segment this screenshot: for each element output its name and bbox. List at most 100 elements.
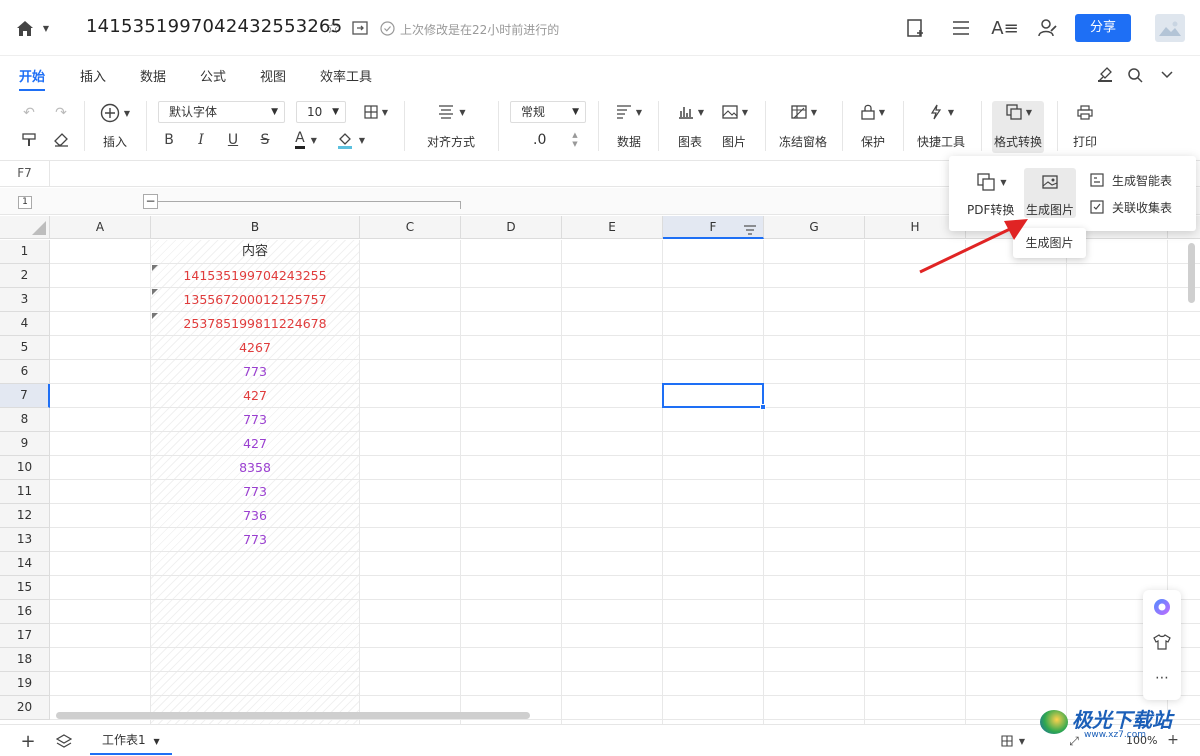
- picture-button[interactable]: 图片: [722, 133, 746, 150]
- row-header[interactable]: 7: [0, 384, 50, 408]
- row-header[interactable]: 4: [0, 312, 50, 336]
- row-header[interactable]: 17: [0, 624, 50, 648]
- brush-icon[interactable]: [1096, 66, 1114, 84]
- row-header[interactable]: 18: [0, 648, 50, 672]
- insert-button[interactable]: 插入: [103, 133, 127, 150]
- row-header[interactable]: 19: [0, 672, 50, 696]
- font-color-button[interactable]: A ▼: [288, 129, 324, 151]
- data-cell[interactable]: 773: [151, 528, 359, 552]
- data-cell[interactable]: 4267: [151, 336, 359, 360]
- freeze-icon[interactable]: ▼: [787, 103, 821, 121]
- tab-formula[interactable]: 公式: [200, 66, 226, 85]
- row-header[interactable]: 2: [0, 264, 50, 288]
- column-header-e[interactable]: E: [562, 216, 663, 239]
- insert-plus-icon[interactable]: ▼: [98, 103, 132, 123]
- data-cell[interactable]: 773: [151, 360, 359, 384]
- chevron-down-icon[interactable]: [1158, 66, 1176, 84]
- data-icon[interactable]: ▼: [612, 103, 646, 121]
- data-cell[interactable]: 427: [151, 432, 359, 456]
- move-to-icon[interactable]: [351, 19, 369, 37]
- row-header[interactable]: 13: [0, 528, 50, 552]
- chevron-down-icon[interactable]: ▼: [40, 20, 52, 36]
- header-cell[interactable]: 内容: [151, 240, 359, 264]
- column-header-d[interactable]: D: [461, 216, 562, 239]
- collapse-group-icon[interactable]: −: [143, 194, 158, 209]
- tab-efficiency-tools[interactable]: 效率工具: [320, 66, 372, 85]
- format-convert-button[interactable]: 格式转换: [994, 133, 1042, 150]
- data-cell[interactable]: 141535199704243255: [151, 264, 359, 288]
- horizontal-scrollbar[interactable]: [56, 712, 530, 719]
- shirt-icon[interactable]: [1152, 632, 1172, 652]
- row-header[interactable]: 12: [0, 504, 50, 528]
- data-cell[interactable]: 135567200012125757: [151, 288, 359, 312]
- data-cell[interactable]: 736: [151, 504, 359, 528]
- fullscreen-icon[interactable]: ⤢: [1066, 733, 1082, 749]
- row-header[interactable]: 8: [0, 408, 50, 432]
- menu-icon[interactable]: [950, 17, 972, 39]
- outline-level-button[interactable]: 1: [18, 196, 32, 209]
- text-format-icon[interactable]: A≡: [991, 17, 1018, 39]
- add-sheet-icon[interactable]: +: [18, 731, 38, 752]
- align-button[interactable]: 对齐方式: [427, 133, 475, 150]
- border-icon[interactable]: ▼: [360, 103, 392, 121]
- data-cell[interactable]: 253785199811224678: [151, 312, 359, 336]
- quick-tools-icon[interactable]: ▼: [924, 103, 958, 121]
- column-header-c[interactable]: C: [360, 216, 461, 239]
- data-cell[interactable]: 773: [151, 480, 359, 504]
- row-header[interactable]: 14: [0, 552, 50, 576]
- undo-icon[interactable]: ↶: [20, 105, 38, 121]
- gen-smart-table-button[interactable]: 生成智能表: [1112, 172, 1172, 189]
- column-header-b[interactable]: B: [151, 216, 360, 239]
- strikethrough-button[interactable]: S: [256, 131, 274, 149]
- row-header[interactable]: 3: [0, 288, 50, 312]
- data-cell[interactable]: 8358: [151, 456, 359, 480]
- avatar[interactable]: [1155, 14, 1185, 42]
- quick-tools-button[interactable]: 快捷工具: [917, 133, 965, 150]
- fill-color-icon[interactable]: ▼: [333, 129, 369, 151]
- data-button[interactable]: 数据: [617, 133, 641, 150]
- row-header[interactable]: 9: [0, 432, 50, 456]
- bold-button[interactable]: B: [160, 131, 178, 149]
- tab-view[interactable]: 视图: [260, 66, 286, 85]
- zoom-in-icon[interactable]: +: [1165, 732, 1181, 748]
- row-header[interactable]: 20: [0, 696, 50, 720]
- home-icon[interactable]: [14, 18, 36, 38]
- tab-insert[interactable]: 插入: [80, 66, 106, 85]
- tab-start[interactable]: 开始: [19, 66, 45, 85]
- picture-icon[interactable]: ▼: [718, 103, 752, 121]
- sheet-tab[interactable]: 工作表1 ▼: [90, 725, 172, 755]
- row-header[interactable]: 11: [0, 480, 50, 504]
- data-cell[interactable]: 773: [151, 408, 359, 432]
- caret-down-icon[interactable]: ▼: [153, 737, 159, 746]
- ai-assistant-icon[interactable]: [1152, 597, 1172, 617]
- document-title[interactable]: 1415351997042432553265: [86, 16, 342, 37]
- number-format-select[interactable]: 常规 ▼: [510, 101, 586, 123]
- search-icon[interactable]: [1126, 66, 1144, 84]
- pdf-convert-icon[interactable]: ▼: [973, 172, 1011, 192]
- font-family-select[interactable]: 默认字体 ▼: [158, 101, 285, 123]
- selected-cell-f7[interactable]: [662, 383, 764, 408]
- row-header[interactable]: 15: [0, 576, 50, 600]
- font-size-select[interactable]: 10 ▼: [296, 101, 346, 123]
- print-button[interactable]: 打印: [1073, 133, 1097, 150]
- fill-handle[interactable]: [760, 404, 766, 410]
- grid-view-icon[interactable]: ▼: [998, 733, 1028, 749]
- cell-reference[interactable]: F7: [0, 161, 50, 186]
- select-all-corner[interactable]: [0, 216, 50, 239]
- chart-button[interactable]: 图表: [678, 133, 702, 150]
- gen-image-icon[interactable]: [1040, 172, 1060, 192]
- eraser-icon[interactable]: [52, 131, 70, 149]
- row-header[interactable]: 6: [0, 360, 50, 384]
- format-painter-icon[interactable]: [20, 131, 38, 149]
- column-header-g[interactable]: G: [764, 216, 865, 239]
- protect-button[interactable]: 保护: [861, 133, 885, 150]
- redo-icon[interactable]: ↷: [52, 105, 70, 121]
- print-icon[interactable]: [1075, 103, 1095, 121]
- layers-icon[interactable]: [54, 731, 74, 751]
- column-header-a[interactable]: A: [50, 216, 151, 239]
- more-icon[interactable]: ⋯: [1152, 668, 1172, 688]
- share-button[interactable]: 分享: [1075, 14, 1131, 42]
- underline-button[interactable]: U: [224, 131, 242, 149]
- vertical-scrollbar[interactable]: [1188, 243, 1195, 303]
- link-collect-button[interactable]: 关联收集表: [1112, 199, 1172, 216]
